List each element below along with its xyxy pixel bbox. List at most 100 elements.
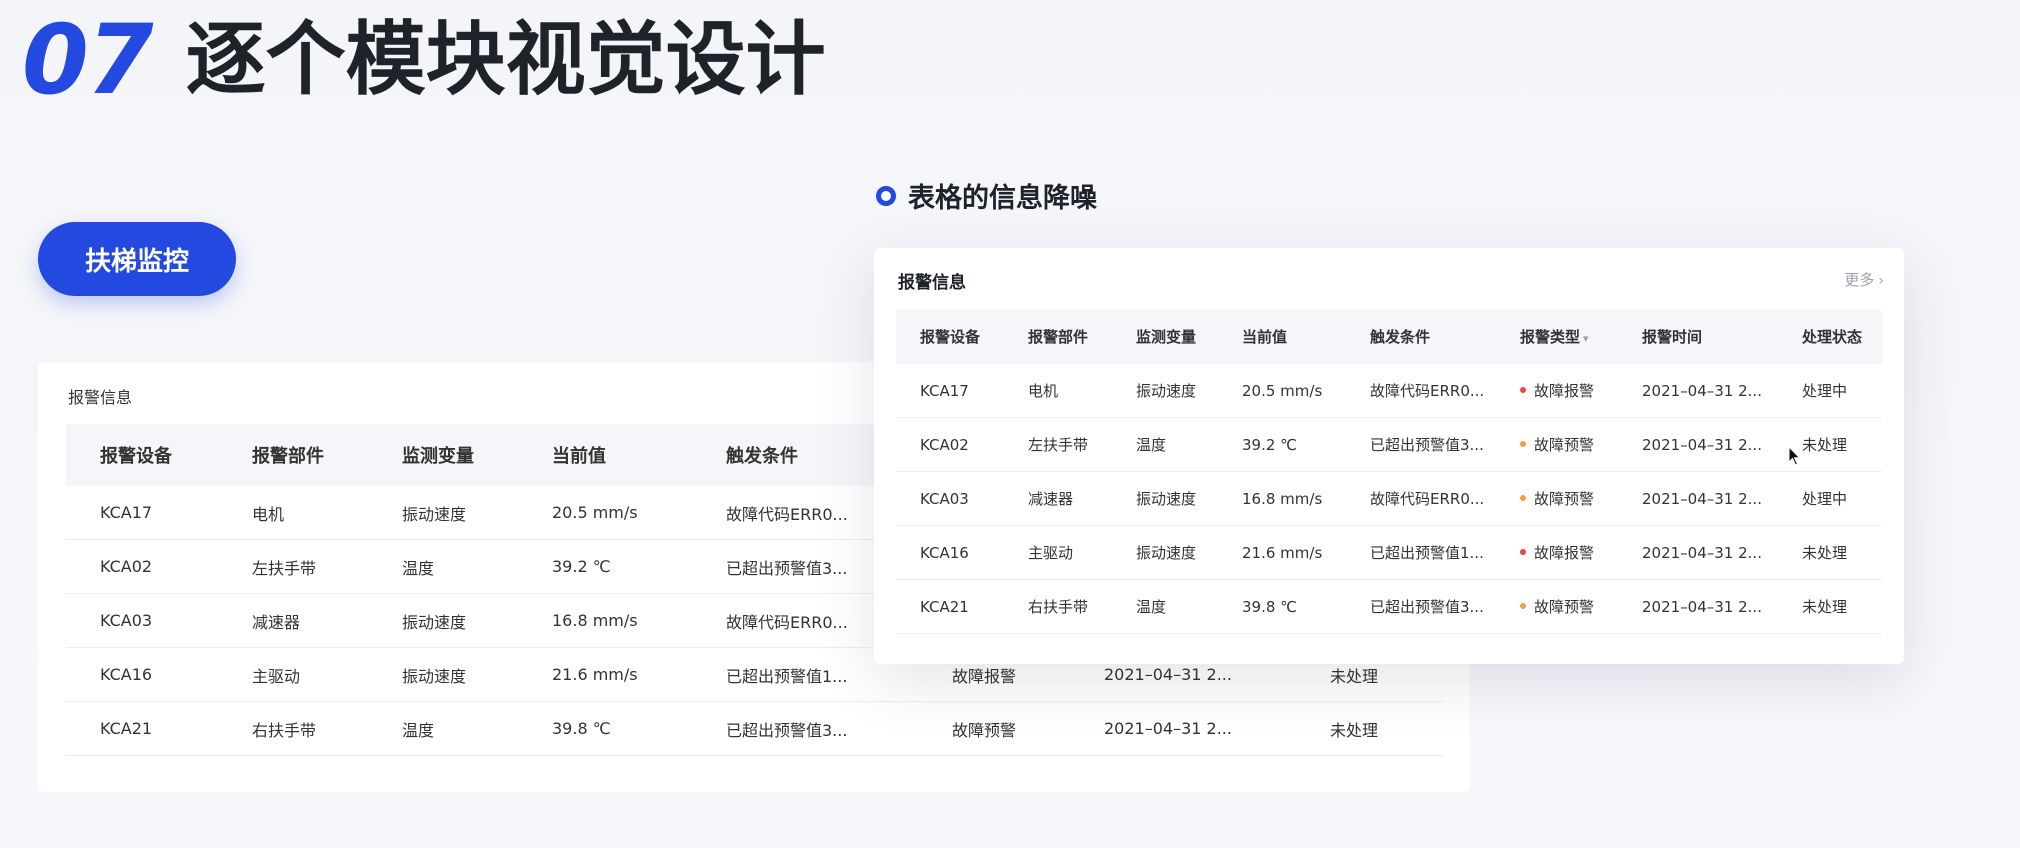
column-header[interactable]: 处理状态 (1802, 310, 1862, 364)
alarm-time-cell: 2021–04–31 2... (1642, 490, 1762, 508)
variable-cell: 振动速度 (1136, 382, 1197, 400)
device-cell: KCA21 (100, 719, 153, 738)
condition-cell: 故障代码ERR0... (726, 504, 848, 524)
column-header[interactable]: 当前值 (552, 442, 606, 468)
device-cell: KCA17 (920, 382, 969, 400)
card-title: 报警信息 (68, 388, 133, 407)
condition-cell: 故障代码ERR0... (1370, 490, 1485, 508)
variable-cell: 振动速度 (402, 612, 467, 632)
column-header-label: 报警类型 (1520, 328, 1581, 346)
status-cell: 未处理 (1330, 666, 1379, 686)
slide-title: 逐个模块视觉设计 (185, 13, 826, 106)
table-row[interactable]: KCA21 右扶手带 温度 39.8 ℃ 已超出预警值3... 故障预警 2021–04–3… (66, 702, 1444, 756)
status-dot-icon (1520, 602, 1526, 609)
condition-cell: 已超出预警值3... (1370, 598, 1484, 616)
variable-cell: 温度 (402, 720, 435, 740)
status-dot-icon (1520, 494, 1526, 501)
column-header[interactable]: 报警部件 (1028, 310, 1088, 364)
alarm-time-cell: 2021–04–31 2... (1104, 665, 1232, 684)
status-cell: 未处理 (1802, 544, 1848, 562)
condition-cell: 已超出预警值1... (726, 666, 848, 686)
section-label: 表格的信息降噪 (876, 176, 1097, 215)
alarm-type-label: 故障预警 (1534, 490, 1595, 508)
slide-header: 07 逐个模块视觉设计 (22, 12, 826, 108)
condition-cell: 已超出预警值1... (1370, 544, 1484, 562)
condition-cell: 故障代码ERR0... (726, 612, 848, 632)
variable-cell: 振动速度 (1136, 544, 1197, 562)
column-header[interactable]: 触发条件 (1370, 310, 1430, 364)
table-row[interactable]: KCA21 右扶手带 温度 39.8 ℃ 已超出预警值3... 故障预警 2021–04–3… (896, 580, 1882, 634)
column-header-sortable[interactable]: 报警类型 ▾ (1520, 310, 1589, 364)
column-header[interactable]: 监测变量 (1136, 310, 1196, 364)
device-cell: KCA02 (920, 436, 969, 454)
part-cell: 主驱动 (1028, 544, 1074, 562)
alarm-type-cell: 故障预警 (1520, 580, 1594, 634)
device-cell: KCA21 (920, 598, 969, 616)
alarm-type-cell: 故障报警 (1520, 364, 1594, 418)
table-header: 报警设备 报警部件 监测变量 当前值 触发条件 报警类型 ▾ 报警时间 处理状态 (896, 310, 1882, 364)
status-dot-icon (1520, 440, 1526, 447)
status-dot-icon (1520, 386, 1526, 393)
alarm-type-label: 故障报警 (1534, 382, 1595, 400)
alarm-type-cell: 故障预警 (952, 720, 1017, 740)
column-header[interactable]: 监测变量 (402, 442, 474, 468)
value-cell: 21.6 mm/s (552, 665, 638, 684)
part-cell: 减速器 (1028, 490, 1074, 508)
column-header[interactable]: 报警设备 (100, 442, 172, 468)
status-cell: 未处理 (1330, 720, 1379, 740)
alarm-time-cell: 2021–04–31 2... (1642, 544, 1762, 562)
condition-cell: 故障代码ERR0... (1370, 382, 1485, 400)
device-cell: KCA03 (920, 490, 969, 508)
value-cell: 39.8 ℃ (1242, 598, 1298, 616)
value-cell: 39.8 ℃ (552, 719, 611, 738)
alarm-type-label: 故障预警 (1534, 598, 1595, 616)
alarm-type-label: 故障预警 (1534, 436, 1595, 454)
part-cell: 电机 (1028, 382, 1059, 400)
status-cell: 处理中 (1802, 490, 1848, 508)
variable-cell: 振动速度 (402, 504, 467, 524)
ring-bullet-icon (876, 185, 896, 206)
value-cell: 21.6 mm/s (1242, 544, 1323, 562)
column-header[interactable]: 报警时间 (1642, 310, 1702, 364)
device-cell: KCA02 (100, 557, 153, 576)
column-header[interactable]: 触发条件 (726, 442, 798, 468)
variable-cell: 温度 (402, 558, 435, 578)
device-cell: KCA16 (920, 544, 969, 562)
column-header[interactable]: 当前值 (1242, 310, 1287, 364)
variable-cell: 温度 (1136, 598, 1167, 616)
condition-cell: 已超出预警值3... (1370, 436, 1484, 454)
part-cell: 减速器 (252, 612, 301, 632)
part-cell: 电机 (252, 504, 285, 524)
device-cell: KCA16 (100, 665, 153, 684)
status-cell: 处理中 (1802, 382, 1848, 400)
sort-down-icon[interactable]: ▾ (1583, 332, 1589, 345)
value-cell: 20.5 mm/s (1242, 382, 1323, 400)
chevron-right-icon: › (1878, 273, 1884, 289)
column-header[interactable]: 报警部件 (252, 442, 324, 468)
part-cell: 右扶手带 (1028, 598, 1089, 616)
condition-cell: 已超出预警值3... (726, 720, 848, 740)
value-cell: 20.5 mm/s (552, 503, 638, 522)
table-row[interactable]: KCA16 主驱动 振动速度 21.6 mm/s 已超出预警值1... 故障报警 2021–… (896, 526, 1882, 580)
alarm-time-cell: 2021–04–31 2... (1642, 436, 1762, 454)
part-cell: 左扶手带 (252, 558, 317, 578)
value-cell: 39.2 ℃ (552, 557, 611, 576)
variable-cell: 振动速度 (402, 666, 467, 686)
status-cell: 未处理 (1802, 598, 1848, 616)
alarm-table-after: 报警设备 报警部件 监测变量 当前值 触发条件 报警类型 ▾ 报警时间 处理状态 … (896, 310, 1882, 634)
alarm-type-cell: 故障预警 (1520, 418, 1594, 472)
more-link[interactable]: 更多 › (1844, 269, 1884, 290)
device-cell: KCA17 (100, 503, 153, 522)
value-cell: 16.8 mm/s (1242, 490, 1323, 508)
device-cell: KCA03 (100, 611, 153, 630)
mouse-cursor-icon (1788, 446, 1801, 466)
table-row[interactable]: KCA17 电机 振动速度 20.5 mm/s 故障代码ERR0... 故障报警 2021–… (896, 364, 1882, 418)
alarm-type-cell: 故障预警 (1520, 472, 1594, 526)
section-number: 07 (22, 4, 154, 116)
table-row[interactable]: KCA03 减速器 振动速度 16.8 mm/s 故障代码ERR0... 故障预警 2021… (896, 472, 1882, 526)
variable-cell: 振动速度 (1136, 490, 1197, 508)
alarm-time-cell: 2021–04–31 2... (1104, 719, 1232, 738)
table-row[interactable]: KCA02 左扶手带 温度 39.2 ℃ 已超出预警值3... 故障预警 2021–04–3… (896, 418, 1882, 472)
column-header[interactable]: 报警设备 (920, 310, 980, 364)
escalator-monitor-button[interactable]: 扶梯监控 (38, 222, 236, 296)
